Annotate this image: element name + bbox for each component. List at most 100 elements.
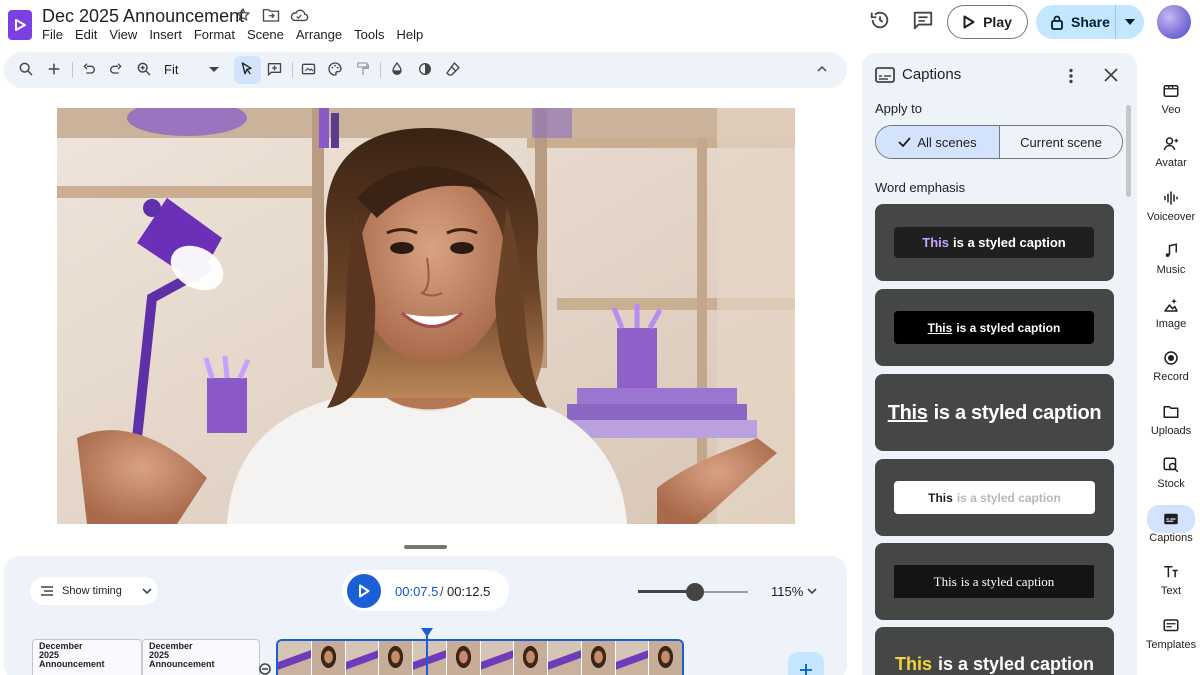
- cloud-saved-icon[interactable]: [289, 7, 309, 25]
- vids-logo-icon[interactable]: [8, 10, 32, 40]
- caption-preview: This is a styled caption: [875, 396, 1114, 430]
- move-to-folder-icon[interactable]: [262, 7, 280, 25]
- more-options-icon[interactable]: [1062, 67, 1080, 85]
- caption-style-option[interactable]: This is a styled caption: [875, 459, 1114, 536]
- voiceover-icon: [1164, 191, 1178, 205]
- collapse-toolbar-icon[interactable]: [814, 61, 832, 79]
- zoom-caret-down-icon[interactable]: [209, 61, 227, 79]
- close-icon[interactable]: [1103, 67, 1121, 85]
- rail-veo[interactable]: Veo: [1146, 82, 1196, 116]
- scene-clip-video[interactable]: [276, 639, 684, 675]
- menu-insert[interactable]: Insert: [143, 27, 188, 42]
- play-button[interactable]: Play: [947, 5, 1028, 39]
- scene-clip-title[interactable]: December 2025 Announcement: [142, 639, 260, 675]
- select-cursor-icon[interactable]: [239, 61, 257, 79]
- panel-scrollbar[interactable]: [1126, 105, 1131, 197]
- paint-format-icon[interactable]: [355, 61, 373, 79]
- caption-style-option[interactable]: This is a styled caption: [875, 374, 1114, 451]
- redo-icon[interactable]: [108, 61, 126, 79]
- caption-rest: is a styled caption: [956, 320, 1061, 335]
- rail-avatar[interactable]: Avatar: [1146, 135, 1196, 169]
- undo-icon[interactable]: [81, 61, 99, 79]
- menu-format[interactable]: Format: [188, 27, 241, 42]
- add-scene-button[interactable]: [788, 652, 824, 675]
- zoom-select[interactable]: Fit: [164, 62, 178, 77]
- caption-rest: is a styled caption: [956, 490, 1061, 505]
- add-icon[interactable]: [46, 61, 64, 79]
- mask-image-icon[interactable]: [417, 61, 435, 79]
- transition-icon[interactable]: [258, 662, 278, 675]
- rail-captions[interactable]: Captions: [1146, 510, 1196, 544]
- caption-style-option[interactable]: This is a styled caption: [875, 543, 1114, 620]
- crop-image-icon[interactable]: [300, 61, 318, 79]
- menu-help[interactable]: Help: [390, 27, 429, 42]
- fill-color-icon[interactable]: [389, 61, 407, 79]
- film-frame: [413, 641, 447, 675]
- presenter-video-frame: [57, 108, 795, 524]
- menu-arrange[interactable]: Arrange: [290, 27, 348, 42]
- rail-uploads[interactable]: Uploads: [1146, 403, 1196, 437]
- caption-rest: is a styled caption: [960, 573, 1055, 589]
- scope-all-scenes[interactable]: All scenes: [876, 126, 1000, 158]
- menu-edit[interactable]: Edit: [69, 27, 103, 42]
- menu-view[interactable]: View: [103, 27, 143, 42]
- scope-current-scene[interactable]: Current scene: [1000, 126, 1122, 158]
- clip-title-line: Announcement: [149, 659, 215, 669]
- play-icon: [359, 584, 370, 598]
- rail-stock[interactable]: Stock: [1146, 456, 1196, 490]
- share-main[interactable]: Share: [1036, 5, 1116, 39]
- scene-canvas-video[interactable]: [57, 108, 795, 524]
- film-frame: [548, 641, 582, 675]
- zoom-icon[interactable]: [136, 61, 154, 79]
- document-title[interactable]: Dec 2025 Announcement: [42, 6, 244, 27]
- rail-voiceover[interactable]: Voiceover: [1146, 189, 1196, 223]
- folder-icon: [1163, 406, 1179, 418]
- rail-templates[interactable]: Templates: [1146, 617, 1196, 651]
- rail-label: Text: [1160, 585, 1182, 597]
- show-timing-button[interactable]: Show timing: [30, 577, 158, 605]
- zoom-chevron-down-icon[interactable]: [806, 584, 820, 598]
- canvas-resize-handle[interactable]: [404, 545, 447, 549]
- version-history-icon[interactable]: [869, 9, 895, 35]
- rail-image[interactable]: Image: [1146, 296, 1196, 330]
- rail-label: Uploads: [1150, 425, 1192, 437]
- app-root: { "document": {"title": "Dec 2025 Announ…: [0, 0, 1200, 675]
- caption-preview: This is a styled caption: [894, 311, 1094, 344]
- palette-icon[interactable]: [327, 61, 345, 79]
- scope-option-label: Current scene: [1020, 134, 1102, 150]
- caption-preview: This is a styled caption: [875, 651, 1114, 675]
- scene-clip-title[interactable]: December 2025 Announcement: [32, 639, 142, 675]
- caption-style-option[interactable]: This is a styled caption: [875, 204, 1114, 281]
- film-frame: [514, 641, 548, 675]
- rail-music[interactable]: Music: [1146, 242, 1196, 276]
- account-avatar[interactable]: [1157, 5, 1191, 39]
- share-options-dropdown[interactable]: [1116, 19, 1144, 25]
- templates-icon: [1163, 619, 1179, 632]
- caption-rest: is a styled caption: [937, 653, 1095, 674]
- search-menus-icon[interactable]: [18, 61, 36, 79]
- captions-icon: [1164, 513, 1178, 525]
- star-icon[interactable]: [235, 7, 253, 25]
- show-timing-label: Show timing: [62, 585, 122, 597]
- menu-file[interactable]: File: [36, 27, 69, 42]
- toolbar-divider: [292, 62, 293, 78]
- plus-icon: [800, 664, 812, 675]
- rail-text[interactable]: Text: [1146, 563, 1196, 597]
- menu-scene[interactable]: Scene: [241, 27, 290, 42]
- rail-label: Image: [1155, 318, 1187, 330]
- timeline-zoom-percent[interactable]: 115%: [771, 584, 803, 599]
- caption-style-option[interactable]: This is a styled caption: [875, 289, 1114, 366]
- share-button[interactable]: Share: [1036, 5, 1144, 39]
- comments-icon[interactable]: [912, 9, 938, 35]
- rail-record[interactable]: Record: [1146, 349, 1196, 383]
- erase-background-icon[interactable]: [445, 61, 463, 79]
- share-button-label: Share: [1071, 14, 1110, 30]
- menu-tools[interactable]: Tools: [348, 27, 390, 42]
- caption-emphasis-word: This: [928, 490, 953, 505]
- caption-style-option[interactable]: This is a styled caption: [875, 627, 1114, 675]
- rail-label: Captions: [1149, 532, 1193, 544]
- playhead-marker-icon[interactable]: [421, 625, 433, 637]
- stock-media-icon: [1163, 457, 1179, 473]
- add-comment-icon[interactable]: [266, 61, 284, 79]
- timeline-play-button[interactable]: [347, 574, 381, 608]
